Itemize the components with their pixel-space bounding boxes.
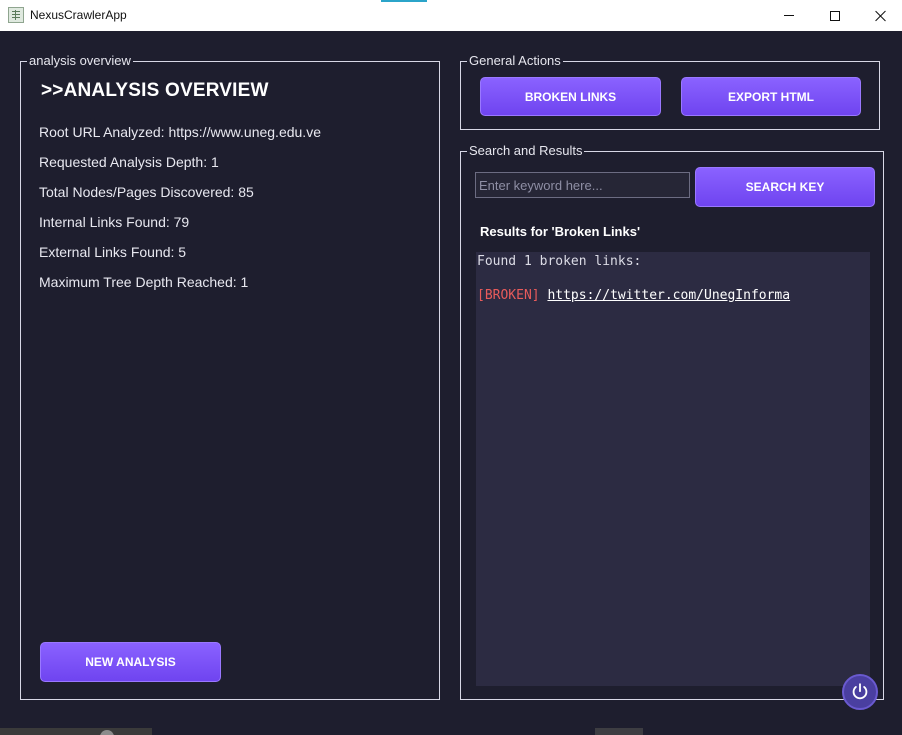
general-actions-group: General Actions BROKEN LINKS EXPORT HTML — [460, 53, 880, 130]
close-icon — [875, 10, 887, 22]
analysis-overview-group-title: analysis overview — [27, 53, 133, 69]
title-accent-line — [381, 0, 427, 2]
power-icon — [852, 683, 868, 700]
broken-links-button[interactable]: BROKEN LINKS — [480, 77, 661, 116]
results-heading: Results for 'Broken Links' — [480, 224, 641, 239]
search-results-group-title: Search and Results — [467, 143, 585, 159]
close-button[interactable] — [858, 0, 902, 31]
window-title: NexusCrawlerApp — [30, 8, 127, 22]
app-window: NexusCrawlerApp analysis overview >>ANAL… — [0, 0, 902, 735]
export-html-button[interactable]: EXPORT HTML — [681, 77, 861, 116]
analysis-overview-heading: >>ANALYSIS OVERVIEW — [41, 80, 269, 101]
maximize-icon — [830, 10, 840, 21]
broken-url-link[interactable]: https://twitter.com/UnegInforma — [547, 288, 790, 303]
stat-total-nodes: Total Nodes/Pages Discovered: 85 — [39, 184, 254, 200]
stat-external-links: External Links Found: 5 — [39, 244, 187, 260]
title-bar: NexusCrawlerApp — [0, 0, 902, 31]
general-actions-group-title: General Actions — [467, 53, 563, 69]
taskbar-fragment-middle — [595, 728, 643, 735]
results-summary: Found 1 broken links: — [477, 254, 642, 269]
new-analysis-button[interactable]: NEW ANALYSIS — [40, 642, 221, 682]
broken-tag: [BROKEN] — [477, 288, 540, 303]
results-text-area[interactable]: Found 1 broken links: [BROKEN] https://t… — [476, 252, 870, 686]
search-results-group: Search and Results SEARCH KEY Results fo… — [460, 143, 884, 700]
power-button[interactable] — [842, 674, 878, 710]
minimize-button[interactable] — [766, 0, 812, 31]
stat-root-url: Root URL Analyzed: https://www.uneg.edu.… — [39, 124, 321, 140]
search-input[interactable] — [475, 172, 690, 198]
minimize-icon — [784, 15, 794, 16]
result-item: [BROKEN] https://twitter.com/UnegInforma — [477, 288, 869, 304]
search-key-button[interactable]: SEARCH KEY — [695, 167, 875, 207]
maximize-button[interactable] — [812, 0, 858, 31]
analysis-overview-group: analysis overview >>ANALYSIS OVERVIEW Ro… — [20, 53, 440, 700]
taskbar-fragment-left — [0, 728, 152, 735]
app-icon — [8, 7, 24, 23]
stat-max-tree-depth: Maximum Tree Depth Reached: 1 — [39, 274, 249, 290]
stat-internal-links: Internal Links Found: 79 — [39, 214, 190, 230]
stat-requested-depth: Requested Analysis Depth: 1 — [39, 154, 219, 170]
